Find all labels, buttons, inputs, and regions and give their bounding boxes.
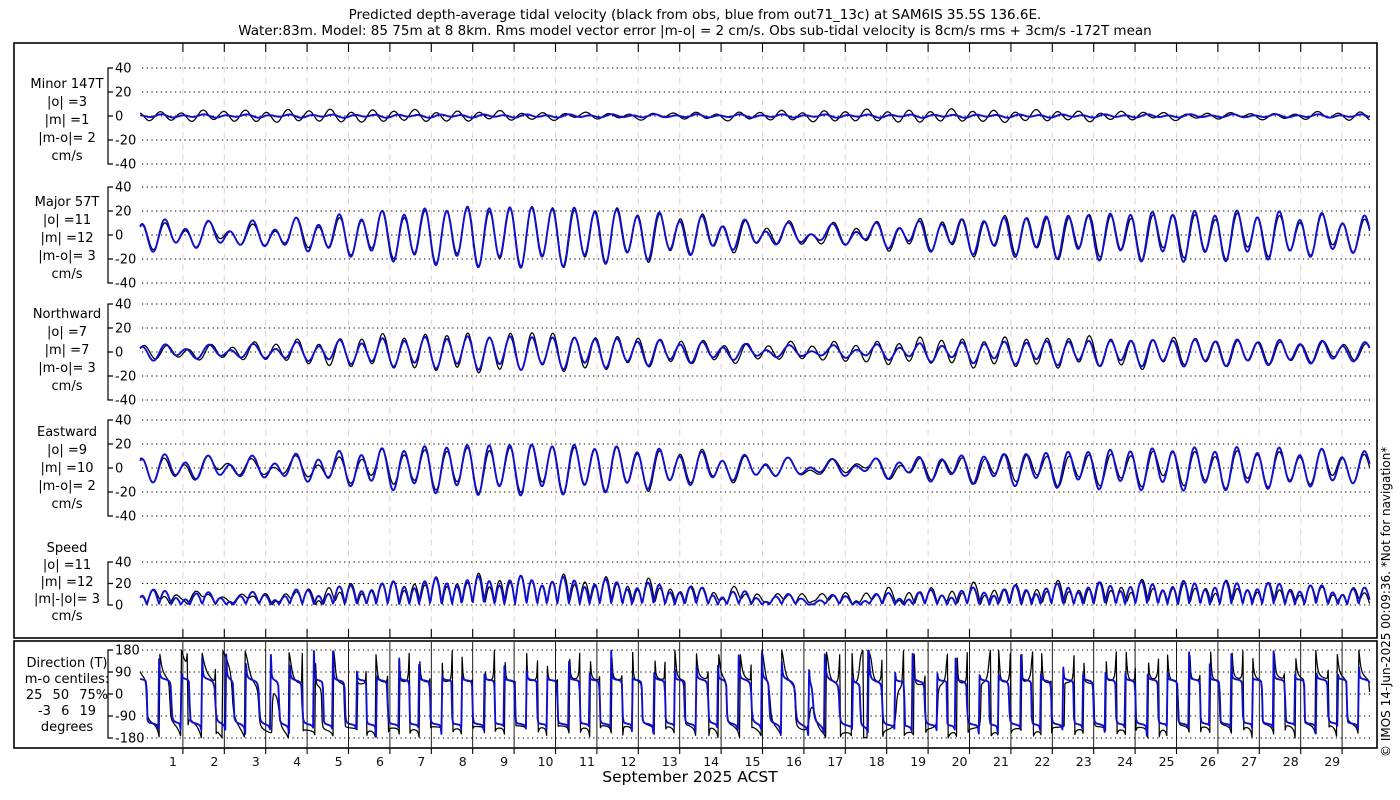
obs-series — [139, 108, 1371, 739]
panel-label-line: |o| =3 — [46, 95, 87, 110]
day-tick-label: 29 — [1324, 754, 1340, 769]
model-curve-eastward — [139, 443, 1371, 497]
panel-label-line: Northward — [32, 307, 102, 322]
panel-label-line: |m| =12 — [40, 575, 94, 590]
panel-label-line: Direction (T) — [26, 656, 108, 671]
x-axis-title: September 2025 ACST — [602, 768, 778, 786]
day-tick-label: 18 — [869, 754, 885, 769]
panel-label-northward: Northward |o| =7 |m| =7 |m-o|= 3 cm/s — [8, 306, 126, 396]
model-curve-major — [139, 206, 1371, 269]
panel-label-line: -3 6 19 — [37, 704, 97, 719]
model-curve-direction — [139, 649, 1371, 738]
panel-label-line: Major 57T — [34, 195, 100, 210]
axis-tick-labels: 40200-20-4040200-20-4040200-20-4040200-2… — [115, 62, 1340, 770]
panel-label-line: |m| =12 — [40, 231, 94, 246]
tidal-velocity-figure: Predicted depth-average tidal velocity (… — [0, 0, 1400, 800]
day-tick-label: 24 — [1117, 754, 1133, 769]
day-tick-label: 22 — [1034, 754, 1050, 769]
axes-frames — [13, 42, 1378, 754]
model-curve-speed — [139, 574, 1371, 606]
panel-label-line: |o| =11 — [42, 558, 92, 573]
day-tick-label: 19 — [910, 754, 926, 769]
tidal-chart-canvas: 40200-20-4040200-20-4040200-20-4040200-2… — [13, 42, 1378, 770]
panel-label-line: |m-o|= 3 — [38, 249, 96, 264]
panel-label-line: |m| =10 — [40, 461, 94, 476]
copyright-watermark: © IMOS 14-Jun-2025 00:09:36. *Not for na… — [1379, 446, 1393, 757]
panel-label-line: |m-o|= 2 — [38, 131, 96, 146]
panel-label-line: cm/s — [51, 609, 83, 624]
panel-label-line: Eastward — [36, 425, 98, 440]
panel-label-line: |m| =1 — [44, 113, 90, 128]
day-tick-label: 2 — [210, 754, 218, 769]
panel-label-minor: Minor 147T |o| =3 |m| =1 |m-o|= 2 cm/s — [8, 76, 126, 166]
panel-label-line: |o| =9 — [46, 443, 87, 458]
day-tick-label: 15 — [745, 754, 761, 769]
panel-label-line: cm/s — [51, 267, 83, 282]
panel-label-major: Major 57T |o| =11 |m| =12 |m-o|= 3 cm/s — [8, 194, 126, 284]
day-tick-label: 26 — [1200, 754, 1216, 769]
model-curve-northward — [139, 335, 1371, 371]
panel-label-eastward: Eastward |o| =9 |m| =10 |m-o|= 2 cm/s — [8, 424, 126, 514]
panel-label-line: cm/s — [51, 379, 83, 394]
panel-label-line: |m| =7 — [44, 343, 90, 358]
day-tick-label: 6 — [376, 754, 384, 769]
day-tick-label: 11 — [579, 754, 595, 769]
panel-label-line: m-o centiles: — [24, 672, 110, 687]
day-tick-label: 8 — [459, 754, 467, 769]
panel-label-line: |m-o|= 3 — [38, 361, 96, 376]
day-tick-label: 7 — [417, 754, 425, 769]
model-series — [139, 113, 1371, 738]
day-tick-label: 14 — [703, 754, 719, 769]
panel-label-line: |m-o|= 2 — [38, 479, 96, 494]
day-tick-label: 13 — [662, 754, 678, 769]
day-tick-label: 21 — [993, 754, 1009, 769]
panel-label-line: cm/s — [51, 497, 83, 512]
day-tick-label: 10 — [538, 754, 554, 769]
day-tick-label: 16 — [786, 754, 802, 769]
panel-label-line: Minor 147T — [30, 77, 104, 92]
day-tick-label: 20 — [952, 754, 968, 769]
day-tick-label: 12 — [620, 754, 636, 769]
day-tick-label: 27 — [1241, 754, 1257, 769]
day-tick-label: 23 — [1076, 754, 1092, 769]
day-tick-label: 9 — [500, 754, 508, 769]
day-tick-label: 28 — [1283, 754, 1299, 769]
panel-label-direction: Direction (T) m-o centiles: 25 50 75% -3… — [8, 656, 126, 736]
day-tick-label: 17 — [827, 754, 843, 769]
day-tick-label: 5 — [335, 754, 343, 769]
y-tick-label: 40 — [115, 62, 132, 77]
panel-label-speed: Speed |o| =11 |m| =12 |m|-|o|= 3 cm/s — [8, 540, 126, 625]
panel-label-line: degrees — [40, 720, 94, 735]
panel-label-line: cm/s — [51, 149, 83, 164]
panel-label-line: Speed — [46, 541, 88, 556]
day-tick-label: 1 — [169, 754, 177, 769]
panel-label-line: 25 50 75% — [25, 688, 109, 703]
day-tick-label: 3 — [252, 754, 260, 769]
panel-label-line: |o| =11 — [42, 213, 92, 228]
day-tick-label: 4 — [293, 754, 301, 769]
panel-label-line: |o| =7 — [46, 325, 87, 340]
panel-label-line: |m|-|o|= 3 — [33, 592, 101, 607]
day-tick-label: 25 — [1159, 754, 1175, 769]
